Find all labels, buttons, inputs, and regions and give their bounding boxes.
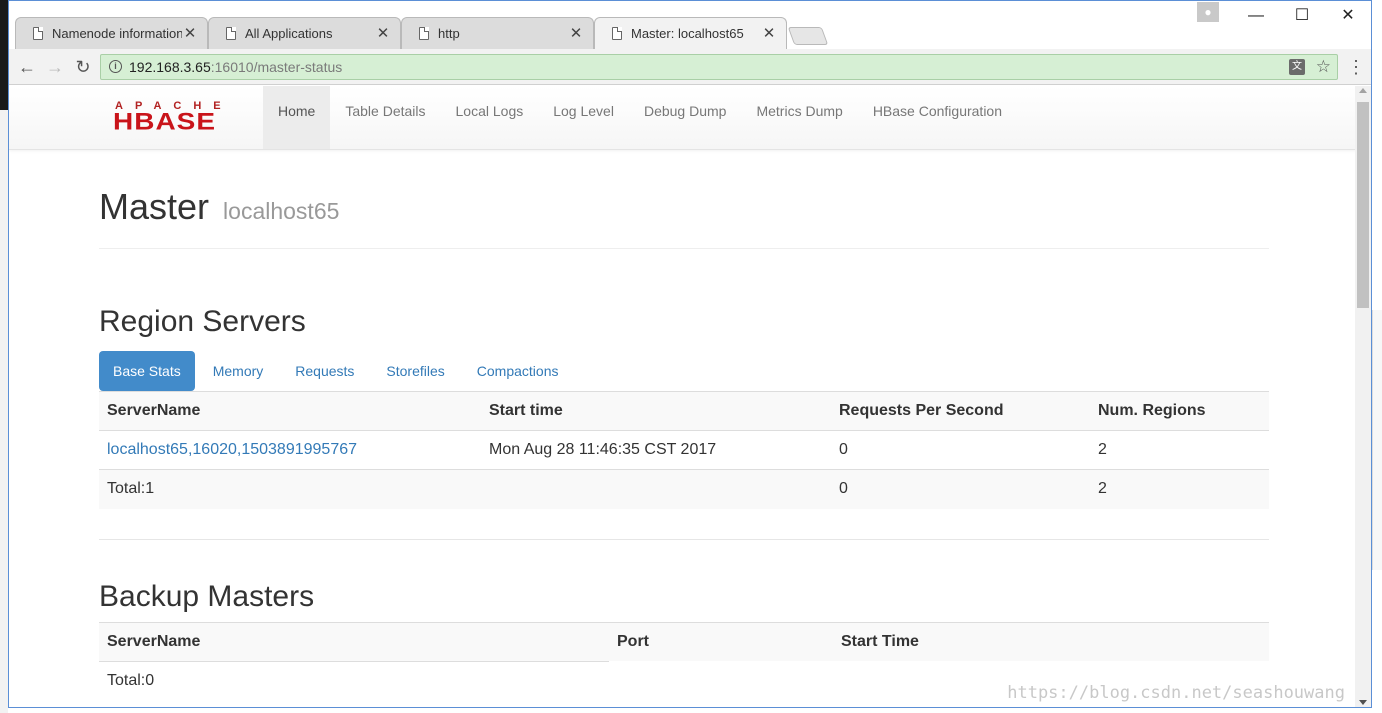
tab-master[interactable]: Master: localhost65 ✕ xyxy=(594,17,787,49)
tab-close-icon[interactable]: ✕ xyxy=(761,24,777,42)
page-subtitle: localhost65 xyxy=(223,198,340,224)
tab-strip: Namenode information ✕ All Applications … xyxy=(15,17,829,49)
minimize-button[interactable]: — xyxy=(1233,1,1279,31)
main-content: Master localhost65 Region Servers Base S… xyxy=(99,150,1269,700)
title-bar: Namenode information ✕ All Applications … xyxy=(9,1,1371,49)
tab-storefiles[interactable]: Storefiles xyxy=(372,351,458,391)
nav-debug-dump[interactable]: Debug Dump xyxy=(629,86,742,149)
nav-local-logs[interactable]: Local Logs xyxy=(441,86,539,149)
tab-memory[interactable]: Memory xyxy=(199,351,278,391)
page-scrollbar[interactable] xyxy=(1355,86,1371,707)
region-servers-table: ServerName Start time Requests Per Secon… xyxy=(99,391,1269,509)
browser-window: Namenode information ✕ All Applications … xyxy=(8,0,1372,708)
page-header: Master localhost65 xyxy=(99,150,1269,249)
tab-compactions[interactable]: Compactions xyxy=(463,351,573,391)
page-icon xyxy=(419,26,429,40)
total-empty xyxy=(481,469,831,509)
table-row: localhost65,16020,1503891995767 Mon Aug … xyxy=(99,430,1269,470)
terminal-sliver xyxy=(0,0,8,110)
total-empty xyxy=(609,661,833,700)
tab-close-icon[interactable]: ✕ xyxy=(375,24,391,42)
total-label: Total:0 xyxy=(99,660,609,700)
region-servers-section: Region Servers Base Stats Memory Request… xyxy=(99,305,1269,509)
tab-label: http xyxy=(438,25,460,41)
tab-label: Master: localhost65 xyxy=(631,25,744,41)
info-icon[interactable]: i xyxy=(109,60,122,73)
col-start-time: Start Time xyxy=(833,621,1269,661)
new-tab-button[interactable] xyxy=(787,27,829,45)
nav-home[interactable]: Home xyxy=(263,86,331,149)
nav-log-level[interactable]: Log Level xyxy=(538,86,629,149)
page-icon xyxy=(226,26,236,40)
back-arrow-icon[interactable]: ← xyxy=(15,55,39,79)
nav-hbase-configuration[interactable]: HBase Configuration xyxy=(858,86,1017,149)
nav-table-details[interactable]: Table Details xyxy=(330,86,440,149)
table-total-row: Total:1 0 2 xyxy=(99,469,1269,509)
page-icon xyxy=(33,26,43,40)
page-icon xyxy=(612,26,622,40)
close-window-button[interactable]: ✕ xyxy=(1325,1,1371,31)
tab-requests[interactable]: Requests xyxy=(281,351,368,391)
window-controls: ● — ☐ ✕ xyxy=(1197,1,1371,31)
tab-label: All Applications xyxy=(245,25,333,41)
tab-label: Namenode information xyxy=(52,25,182,41)
col-num-regions: Num. Regions xyxy=(1090,391,1269,431)
tab-base-stats[interactable]: Base Stats xyxy=(99,351,195,391)
page-viewport: APACHE HBASE Home Table Details Local Lo… xyxy=(9,86,1357,707)
backup-masters-heading: Backup Masters xyxy=(99,579,315,613)
rps-cell: 0 xyxy=(831,430,1090,470)
region-servers-tabs: Base Stats Memory Requests Storefiles Co… xyxy=(99,351,1269,391)
backup-masters-section: Backup Masters ServerName Port Start Tim… xyxy=(99,579,1269,700)
menu-icon[interactable]: ⋮ xyxy=(1347,55,1365,79)
forward-arrow-icon[interactable]: → xyxy=(43,55,67,79)
tab-namenode[interactable]: Namenode information ✕ xyxy=(15,17,208,49)
tab-close-icon[interactable]: ✕ xyxy=(568,24,584,42)
regions-cell: 2 xyxy=(1090,430,1269,470)
scroll-up-icon[interactable] xyxy=(1359,88,1367,93)
scroll-thumb[interactable] xyxy=(1357,102,1369,308)
region-servers-heading: Region Servers xyxy=(99,305,306,338)
col-port: Port xyxy=(609,621,833,661)
maximize-button[interactable]: ☐ xyxy=(1279,1,1325,31)
total-rps: 0 xyxy=(831,469,1090,509)
tab-all-applications[interactable]: All Applications ✕ xyxy=(208,17,401,49)
table-header-row: ServerName Port Start Time xyxy=(99,621,1269,661)
total-regions: 2 xyxy=(1090,469,1269,509)
address-url[interactable]: 192.168.3.65:16010/master-status xyxy=(129,55,342,79)
browser-toolbar: ← → ↻ i 192.168.3.65:16010/master-status… xyxy=(9,49,1371,85)
col-servername: ServerName xyxy=(99,621,609,661)
table-header-row: ServerName Start time Requests Per Secon… xyxy=(99,391,1269,431)
reload-icon[interactable]: ↻ xyxy=(71,55,95,79)
nav-menu: Home Table Details Local Logs Log Level … xyxy=(263,86,1017,149)
desktop-left-strip xyxy=(0,0,8,713)
hbase-navbar: APACHE HBASE Home Table Details Local Lo… xyxy=(9,86,1357,150)
section-divider xyxy=(99,538,1269,540)
desktop-right-strip xyxy=(1372,310,1382,570)
col-requests-per-second: Requests Per Second xyxy=(831,391,1090,431)
col-servername: ServerName xyxy=(99,391,481,431)
star-icon[interactable]: ☆ xyxy=(1316,55,1331,79)
translate-icon[interactable]: 文 xyxy=(1289,59,1305,75)
start-time-cell: Mon Aug 28 11:46:35 CST 2017 xyxy=(481,430,831,470)
scroll-down-icon[interactable] xyxy=(1359,700,1367,705)
watermark: https://blog.csdn.net/seashouwang xyxy=(1007,683,1345,703)
server-name-link[interactable]: localhost65,16020,1503891995767 xyxy=(99,430,481,470)
tab-close-icon[interactable]: ✕ xyxy=(182,24,198,42)
page-title: Master localhost65 xyxy=(99,186,340,227)
total-label: Total:1 xyxy=(99,469,481,509)
hbase-logo[interactable]: APACHE HBASE xyxy=(113,100,249,136)
address-bar[interactable]: i 192.168.3.65:16010/master-status 文 ☆ xyxy=(100,54,1338,80)
tab-http[interactable]: http ✕ xyxy=(401,17,594,49)
profile-icon[interactable]: ● xyxy=(1197,2,1219,22)
nav-metrics-dump[interactable]: Metrics Dump xyxy=(741,86,857,149)
col-start-time: Start time xyxy=(481,391,831,431)
